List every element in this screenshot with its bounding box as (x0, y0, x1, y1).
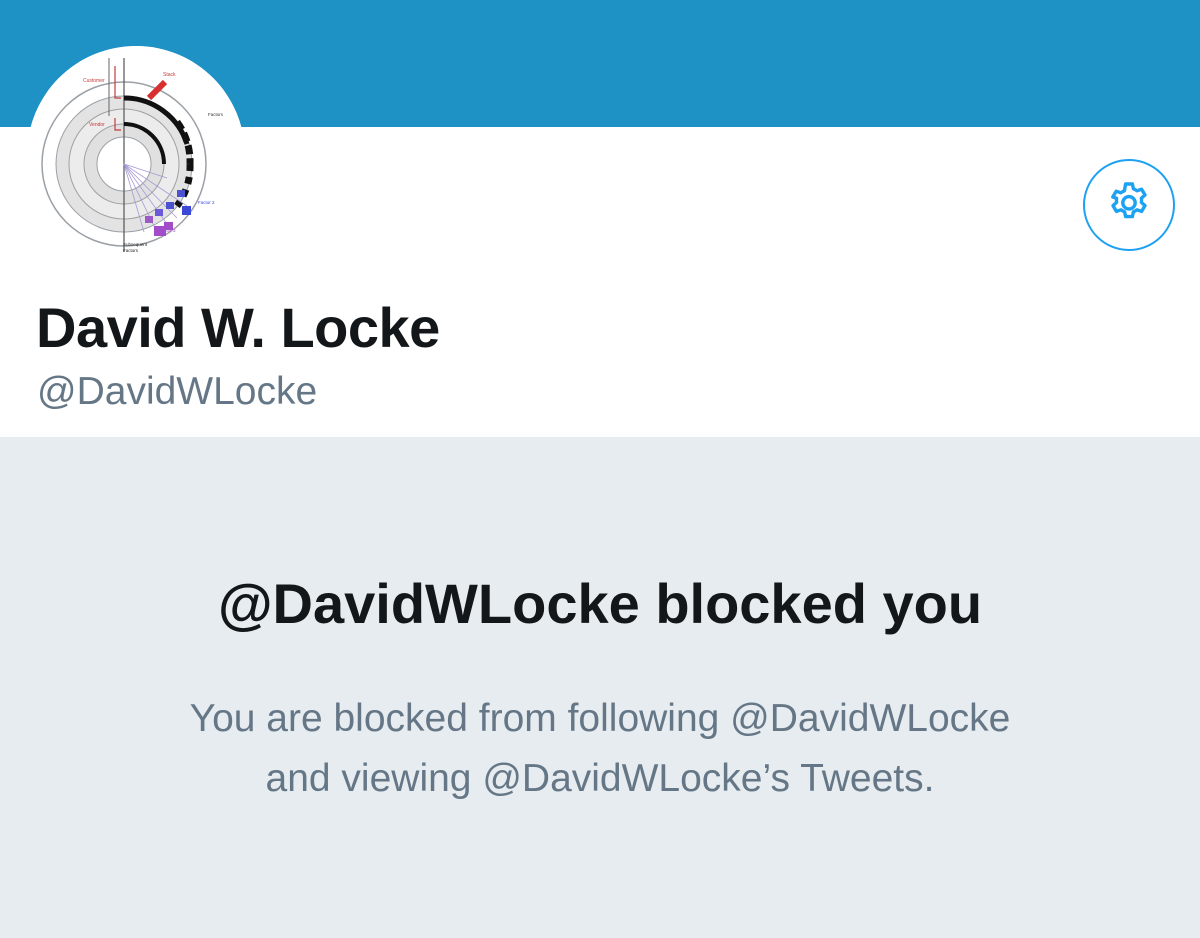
profile-handle: @DavidWLocke (37, 370, 318, 413)
avatar-label-customer: Customer (83, 78, 105, 84)
blocked-title: @DavidWLocke blocked you (217, 572, 983, 635)
display-name: David W. Locke (36, 296, 440, 359)
blocked-description-line-1: You are blocked from following @DavidWLo… (189, 697, 1011, 740)
avatar-label-factors: Factors (208, 112, 224, 117)
avatar-label-vendor: Vendor (89, 122, 105, 128)
settings-button[interactable] (1083, 159, 1175, 251)
blocked-description-line-2: and viewing @DavidWLocke’s Tweets. (265, 757, 935, 800)
avatar-label-subsequent-factors: Factors (123, 248, 139, 253)
avatar[interactable]: Customer Vendor Stack Factors Factor 2 F… (27, 46, 245, 264)
avatar-label-factor-2: Factor 2 (198, 200, 215, 205)
avatar-label-subsequent: Subsequent (123, 242, 148, 247)
avatar-label-factor-3: Factor 3 (159, 228, 176, 233)
gear-icon (1105, 179, 1153, 232)
blocked-message: @DavidWLocke blocked you You are blocked… (0, 437, 1200, 938)
avatar-label-stack: Stack (163, 72, 176, 78)
blocked-description: You are blocked from following @DavidWLo… (100, 689, 1100, 809)
